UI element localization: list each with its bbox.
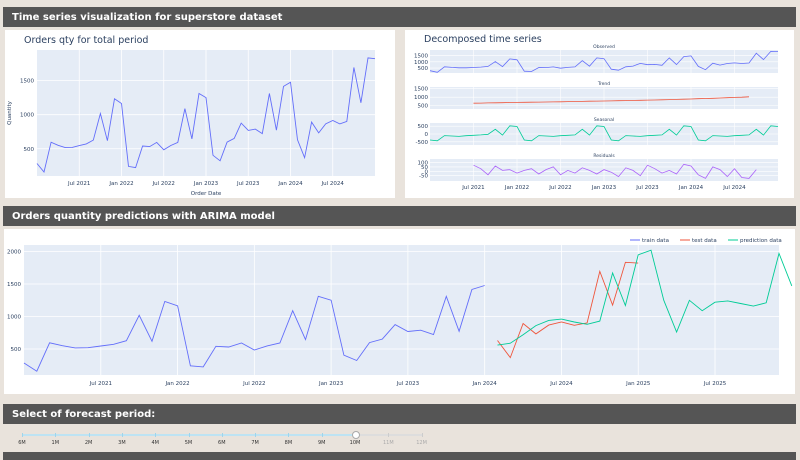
slider-option-label[interactable]: 6M [218, 440, 226, 446]
slider-tick[interactable] [188, 433, 190, 437]
section-title: Orders quantity predictions with ARIMA m… [12, 210, 275, 222]
y-tick-label: 500 [11, 347, 22, 353]
decomposed-chart-panel: Decomposed time series Observed 500 1000 150… [405, 30, 794, 198]
chart-title: Decomposed time series [424, 34, 542, 45]
predictions-chart: 500 1000 1500 2000 Jul 2021 Jan 2022 Jul 2022 J… [7, 238, 793, 387]
slider-handle[interactable] [352, 431, 360, 439]
x-tick-label: Jul 2025 [703, 381, 727, 387]
y-tick-label: 500 [418, 104, 429, 110]
x-tick-label: Jul 2023 [396, 381, 420, 387]
subplot-title: Observed [593, 44, 615, 50]
x-tick-label: Jan 2023 [318, 381, 344, 387]
legend-entry: prediction data [740, 238, 782, 244]
slider-option-label[interactable]: 1M [52, 440, 60, 446]
slider-tick[interactable] [88, 433, 90, 437]
x-tick-label: Jul 2021 [89, 381, 112, 387]
slider-option-label[interactable]: 6M [18, 440, 26, 446]
x-tick-label: Jul 2024 [722, 185, 746, 191]
predictions-chart-panel: 500 1000 1500 2000 Jul 2021 Jan 2022 Jul 2022 J… [4, 229, 795, 394]
x-tick-label: Jan 2023 [591, 185, 617, 191]
bottom-bar [3, 452, 796, 460]
slider-option-label[interactable]: 5M [185, 440, 193, 446]
x-tick-label: Jul 2023 [236, 181, 260, 187]
section-title: Time series visualization for superstore… [12, 11, 283, 23]
slider-option-label[interactable]: 2M [85, 440, 93, 446]
slider-option-label[interactable]: 11M [383, 440, 394, 446]
section-header-forecast: Select of forecast period: [3, 404, 796, 424]
y-tick-label: 500 [24, 147, 35, 153]
slider-tick[interactable] [155, 433, 157, 437]
y-tick-label: 1500 [414, 54, 428, 60]
y-tick-label: 500 [418, 66, 429, 72]
y-tick-label: 500 [418, 124, 429, 130]
y-tick-label: 1500 [20, 79, 34, 85]
x-tick-label: Jan 2022 [108, 181, 133, 187]
slider-option-label[interactable]: 12M [416, 440, 427, 446]
x-axis-title: Order Date [191, 191, 222, 197]
slider-tick[interactable] [388, 433, 390, 437]
section-title: Select of forecast period: [12, 408, 156, 420]
x-tick-label: Jul 2023 [635, 185, 659, 191]
x-tick-label: Jan 2022 [164, 381, 189, 387]
x-tick-label: Jul 2024 [549, 381, 573, 387]
slider-option-label[interactable]: 9M [318, 440, 326, 446]
slider-tick[interactable] [55, 433, 57, 437]
x-tick-label: Jan 2025 [625, 381, 651, 387]
plot-area [24, 245, 779, 375]
y-tick-label: 1500 [7, 282, 21, 288]
x-tick-label: Jul 2022 [548, 185, 571, 191]
slider-tick[interactable] [255, 433, 257, 437]
slider-tick[interactable] [321, 433, 323, 437]
slider-tick[interactable] [421, 433, 423, 437]
y-tick-label: 1500 [414, 87, 428, 93]
legend-entry: train data [642, 238, 669, 244]
y-tick-label: 0 [425, 132, 429, 138]
slider-tick[interactable] [22, 433, 23, 437]
y-tick-label: -500 [416, 140, 429, 146]
slider-option-label[interactable]: 3M [118, 440, 126, 446]
slider-tick[interactable] [221, 433, 223, 437]
orders-chart-panel: 500 1000 1500 Jul 2021 Jan 2022 Jul 2022 Jan 2… [5, 30, 395, 198]
slider-option-label[interactable]: 8M [285, 440, 293, 446]
x-tick-label: Jan 2024 [678, 185, 704, 191]
x-tick-label: Jul 2021 [461, 185, 484, 191]
x-tick-label: Jan 2024 [472, 381, 498, 387]
x-tick-label: Jul 2022 [242, 381, 265, 387]
subplot-title: Seasonal [594, 117, 614, 123]
x-tick-label: Jul 2024 [321, 181, 345, 187]
chart-title: Orders qty for total period [24, 35, 148, 46]
forecast-period-slider[interactable]: 6M 1M 2M 3M 4M 5M 6M 7M 8M 9M 10M 11M 12M [10, 426, 430, 448]
slider-option-label[interactable]: 7M [251, 440, 259, 446]
subplot-title: Residuals [593, 153, 615, 159]
slider-tick[interactable] [288, 433, 290, 437]
slider-option-label[interactable]: 4M [151, 440, 159, 446]
y-tick-label: 1000 [20, 113, 34, 119]
slider-option-label[interactable]: 10M [350, 440, 361, 446]
slider-tick[interactable] [121, 433, 123, 437]
y-axis-title: Quantity [7, 100, 13, 125]
legend-entry: test data [692, 238, 717, 244]
x-tick-label: Jul 2022 [152, 181, 175, 187]
x-tick-label: Jan 2022 [504, 185, 529, 191]
y-tick-label: 1000 [414, 60, 428, 66]
y-tick-label: 1000 [414, 95, 428, 101]
x-tick-label: Jan 2023 [193, 181, 219, 187]
y-tick-label: 100 [418, 161, 429, 167]
decomposed-chart: Decomposed time seriesObserved5001000150… [414, 34, 779, 191]
orders-qty-chart: 500 1000 1500 Jul 2021 Jan 2022 Jul 2022 Jan 2… [7, 35, 376, 197]
subplot-title: Trend [597, 81, 610, 87]
x-tick-label: Jul 2021 [67, 181, 90, 187]
y-tick-label: 1000 [7, 315, 21, 321]
section-header-visualization: Time series visualization for superstore… [3, 7, 796, 27]
y-tick-label: 2000 [7, 250, 21, 256]
x-tick-label: Jan 2024 [277, 181, 303, 187]
section-header-predictions: Orders quantity predictions with ARIMA m… [3, 206, 796, 226]
